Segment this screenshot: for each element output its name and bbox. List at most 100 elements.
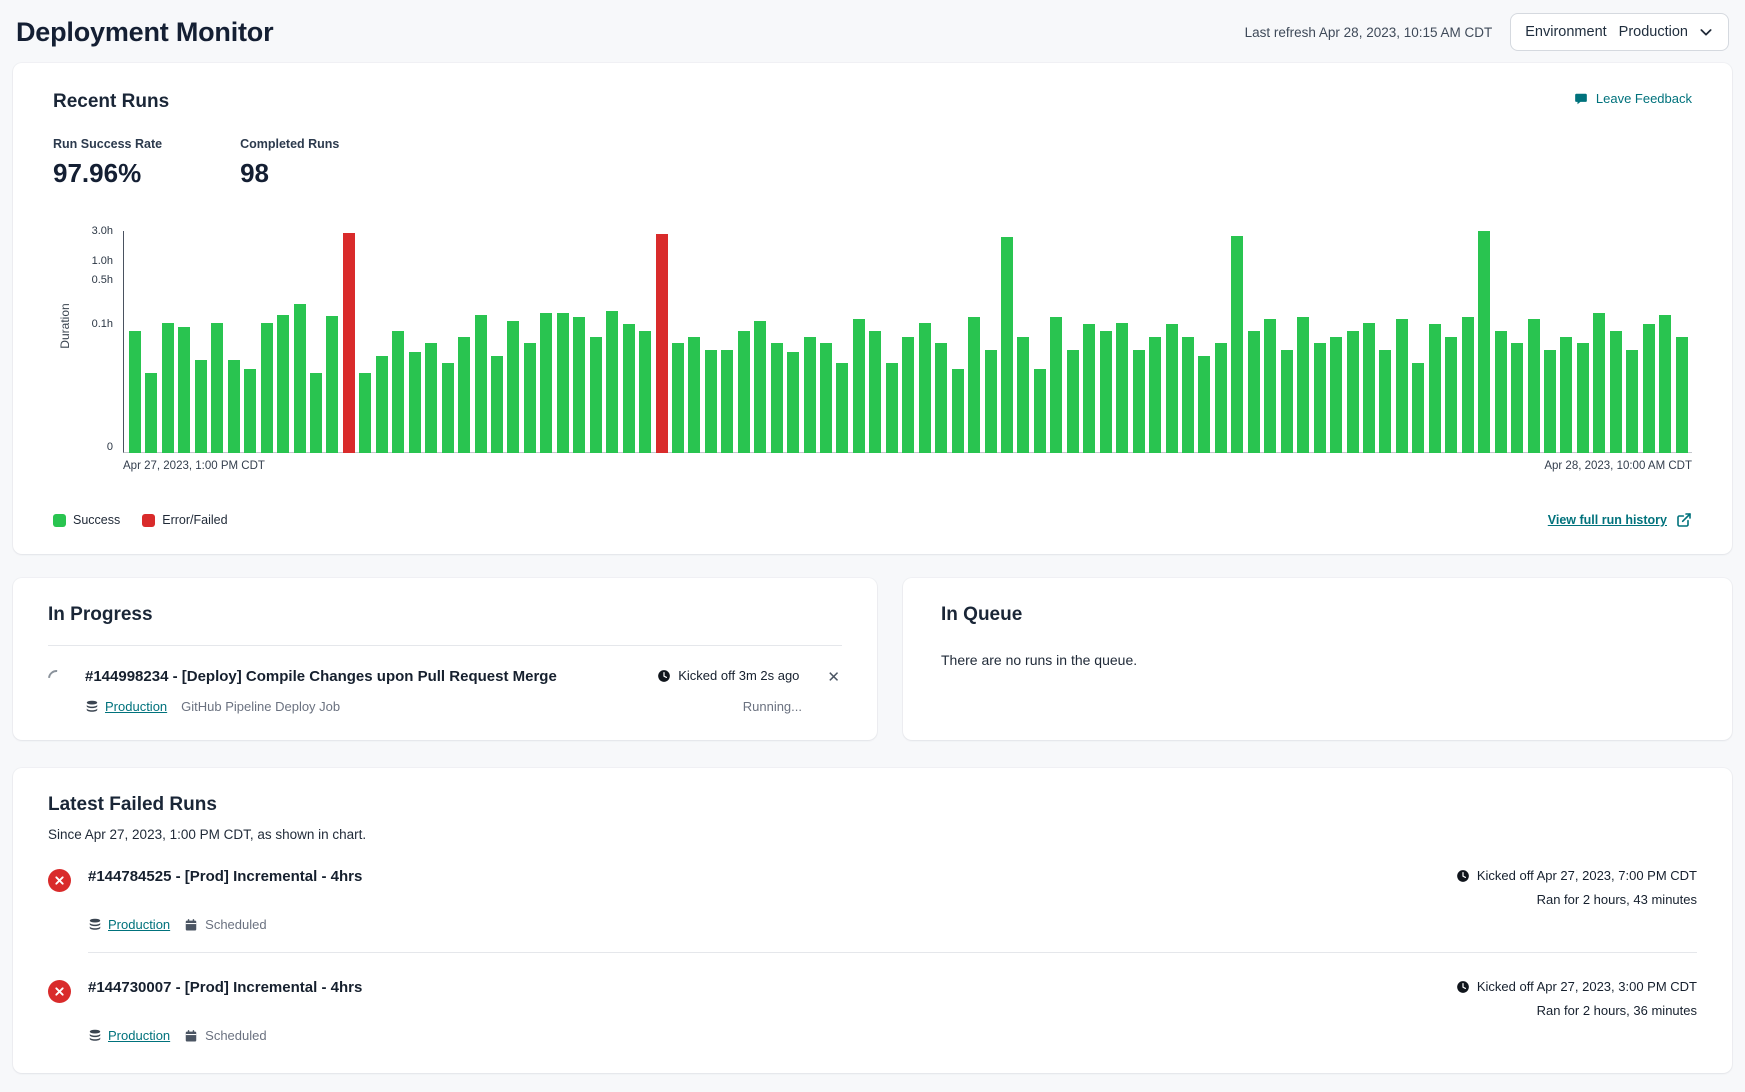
success-run-bar[interactable] bbox=[1050, 317, 1062, 453]
close-icon[interactable]: ✕ bbox=[825, 668, 842, 687]
success-run-bar[interactable] bbox=[1577, 343, 1589, 453]
success-run-bar[interactable] bbox=[1314, 343, 1326, 453]
success-run-bar[interactable] bbox=[590, 337, 602, 453]
success-run-bar[interactable] bbox=[688, 337, 700, 453]
environment-link[interactable]: Production bbox=[88, 1028, 170, 1043]
success-run-bar[interactable] bbox=[145, 373, 157, 453]
success-run-bar[interactable] bbox=[935, 343, 947, 453]
success-run-bar[interactable] bbox=[623, 324, 635, 453]
success-run-bar[interactable] bbox=[1116, 323, 1128, 453]
success-run-bar[interactable] bbox=[1330, 337, 1342, 453]
success-run-bar[interactable] bbox=[754, 321, 766, 453]
success-run-bar[interactable] bbox=[1182, 337, 1194, 453]
success-run-bar[interactable] bbox=[1166, 324, 1178, 453]
success-run-bar[interactable] bbox=[1495, 331, 1507, 454]
success-run-bar[interactable] bbox=[1017, 337, 1029, 453]
success-run-bar[interactable] bbox=[902, 337, 914, 453]
success-run-bar[interactable] bbox=[968, 317, 980, 453]
success-run-bar[interactable] bbox=[409, 352, 421, 453]
success-run-bar[interactable] bbox=[952, 369, 964, 453]
success-run-bar[interactable] bbox=[1379, 350, 1391, 453]
success-run-bar[interactable] bbox=[1412, 363, 1424, 453]
success-run-bar[interactable] bbox=[1396, 319, 1408, 453]
success-run-bar[interactable] bbox=[162, 323, 174, 453]
success-run-bar[interactable] bbox=[442, 363, 454, 453]
success-run-bar[interactable] bbox=[1626, 350, 1638, 453]
success-run-bar[interactable] bbox=[326, 316, 338, 453]
success-run-bar[interactable] bbox=[1528, 319, 1540, 453]
success-run-bar[interactable] bbox=[853, 319, 865, 453]
success-run-bar[interactable] bbox=[1429, 324, 1441, 453]
success-run-bar[interactable] bbox=[1133, 350, 1145, 453]
success-run-bar[interactable] bbox=[1676, 337, 1688, 453]
success-run-bar[interactable] bbox=[261, 323, 273, 453]
success-run-bar[interactable] bbox=[491, 356, 503, 453]
success-run-bar[interactable] bbox=[557, 313, 569, 453]
success-run-bar[interactable] bbox=[705, 350, 717, 453]
success-run-bar[interactable] bbox=[1264, 319, 1276, 453]
environment-link[interactable]: Production bbox=[85, 699, 167, 714]
success-run-bar[interactable] bbox=[540, 313, 552, 453]
success-run-bar[interactable] bbox=[475, 315, 487, 453]
success-run-bar[interactable] bbox=[721, 350, 733, 453]
success-run-bar[interactable] bbox=[1560, 337, 1572, 453]
success-run-bar[interactable] bbox=[178, 327, 190, 453]
success-run-bar[interactable] bbox=[1544, 350, 1556, 453]
success-run-bar[interactable] bbox=[228, 360, 240, 453]
environment-dropdown[interactable]: Environment Production bbox=[1510, 13, 1729, 51]
success-run-bar[interactable] bbox=[294, 304, 306, 453]
success-run-bar[interactable] bbox=[1100, 331, 1112, 454]
success-run-bar[interactable] bbox=[738, 331, 750, 454]
success-run-bar[interactable] bbox=[359, 373, 371, 453]
success-run-bar[interactable] bbox=[886, 363, 898, 453]
success-run-bar[interactable] bbox=[1610, 331, 1622, 454]
success-run-bar[interactable] bbox=[985, 350, 997, 453]
success-run-bar[interactable] bbox=[310, 373, 322, 453]
success-run-bar[interactable] bbox=[919, 323, 931, 453]
success-run-bar[interactable] bbox=[1034, 369, 1046, 453]
success-run-bar[interactable] bbox=[1511, 343, 1523, 453]
leave-feedback-link[interactable]: Leave Feedback bbox=[1574, 91, 1692, 106]
success-run-bar[interactable] bbox=[1083, 324, 1095, 453]
success-run-bar[interactable] bbox=[1281, 350, 1293, 453]
success-run-bar[interactable] bbox=[1248, 331, 1260, 454]
success-run-bar[interactable] bbox=[425, 343, 437, 453]
success-run-bar[interactable] bbox=[804, 337, 816, 453]
success-run-bar[interactable] bbox=[869, 331, 881, 454]
success-run-bar[interactable] bbox=[244, 369, 256, 453]
success-run-bar[interactable] bbox=[1643, 324, 1655, 453]
success-run-bar[interactable] bbox=[277, 315, 289, 453]
success-run-bar[interactable] bbox=[1067, 350, 1079, 453]
failed-run-bar[interactable] bbox=[656, 234, 668, 453]
failed-run-bar[interactable] bbox=[343, 233, 355, 453]
success-run-bar[interactable] bbox=[836, 363, 848, 453]
success-run-bar[interactable] bbox=[129, 331, 141, 454]
success-run-bar[interactable] bbox=[524, 343, 536, 453]
success-run-bar[interactable] bbox=[639, 331, 651, 454]
success-run-bar[interactable] bbox=[1445, 337, 1457, 453]
success-run-bar[interactable] bbox=[376, 356, 388, 453]
success-run-bar[interactable] bbox=[1198, 356, 1210, 453]
success-run-bar[interactable] bbox=[672, 343, 684, 453]
success-run-bar[interactable] bbox=[1478, 231, 1490, 453]
success-run-bar[interactable] bbox=[458, 337, 470, 453]
success-run-bar[interactable] bbox=[392, 331, 404, 454]
environment-link[interactable]: Production bbox=[88, 917, 170, 932]
success-run-bar[interactable] bbox=[820, 343, 832, 453]
success-run-bar[interactable] bbox=[1659, 315, 1671, 453]
success-run-bar[interactable] bbox=[787, 352, 799, 453]
success-run-bar[interactable] bbox=[1363, 323, 1375, 453]
success-run-bar[interactable] bbox=[507, 321, 519, 453]
success-run-bar[interactable] bbox=[1215, 343, 1227, 453]
success-run-bar[interactable] bbox=[195, 360, 207, 453]
success-run-bar[interactable] bbox=[1001, 237, 1013, 453]
success-run-bar[interactable] bbox=[1297, 317, 1309, 453]
success-run-bar[interactable] bbox=[1347, 331, 1359, 454]
success-run-bar[interactable] bbox=[1149, 337, 1161, 453]
success-run-bar[interactable] bbox=[211, 323, 223, 453]
success-run-bar[interactable] bbox=[606, 311, 618, 453]
success-run-bar[interactable] bbox=[1462, 317, 1474, 453]
view-run-history-link[interactable]: View full run history bbox=[1548, 512, 1692, 528]
success-run-bar[interactable] bbox=[573, 317, 585, 453]
success-run-bar[interactable] bbox=[1593, 313, 1605, 453]
